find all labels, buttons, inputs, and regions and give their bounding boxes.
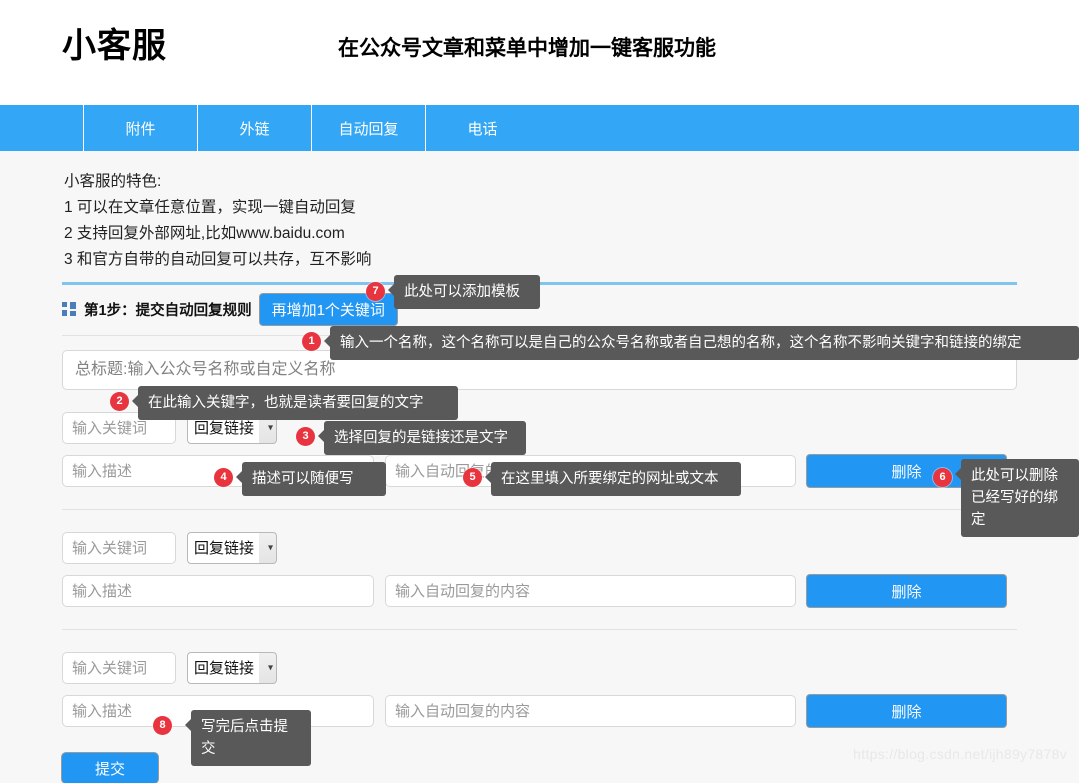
nav-item-phone[interactable]: 电话: [425, 105, 539, 151]
rule-line-top: 回复链接 ▾: [62, 652, 1017, 684]
tour-tip-7: 此处可以添加模板: [394, 275, 540, 309]
brand-title: 小客服: [62, 18, 167, 67]
step-label: 第1步：提交自动回复规则: [84, 299, 252, 320]
reply-type-select-wrap: 回复链接 ▾: [187, 532, 277, 564]
tour-badge-4[interactable]: 4: [214, 468, 233, 487]
tour-tip-3: 选择回复的是链接还是文字: [324, 421, 526, 455]
nav-item-attachment[interactable]: 附件: [83, 105, 197, 151]
tour-badge-7[interactable]: 7: [366, 282, 385, 301]
features-title: 小客服的特色:: [64, 169, 1079, 195]
rule-line-bottom: 删除: [62, 575, 1017, 607]
rule-row: 回复链接 ▾ 删除: [62, 509, 1017, 607]
rule-line-top: 回复链接 ▾: [62, 532, 1017, 564]
keyword-input[interactable]: [62, 532, 176, 564]
keyword-input[interactable]: [62, 652, 176, 684]
reply-type-select[interactable]: 回复链接: [187, 652, 277, 684]
tour-badge-2[interactable]: 2: [110, 392, 129, 411]
main-navigation: 附件 外链 自动回复 电话: [0, 105, 1079, 151]
reply-type-select-wrap: 回复链接 ▾: [187, 652, 277, 684]
tour-tip-8: 写完后点击提交: [191, 710, 311, 766]
tour-tip-5: 在这里填入所要绑定的网址或文本: [491, 462, 741, 496]
reply-content-input[interactable]: [385, 575, 796, 607]
tour-badge-5[interactable]: 5: [463, 468, 482, 487]
tour-tip-6: 此处可以删除已经写好的绑定: [961, 459, 1079, 537]
submit-button[interactable]: 提交: [62, 753, 158, 783]
feature-line-1: 1 可以在文章任意位置，实现一键自动回复: [64, 195, 1079, 221]
tour-tip-1: 输入一个名称，这个名称可以是自己的公众号名称或者自己想的名称，这个名称不影响关键…: [330, 326, 1079, 360]
feature-line-3: 3 和官方自带的自动回复可以共存，互不影响: [64, 247, 1079, 273]
tour-badge-3[interactable]: 3: [296, 427, 315, 446]
page-header: 小客服 在公众号文章和菜单中增加一键客服功能: [0, 0, 1079, 105]
nav-item-external-link[interactable]: 外链: [197, 105, 311, 151]
delete-rule-button[interactable]: 删除: [807, 695, 1006, 727]
tour-badge-1[interactable]: 1: [302, 332, 321, 351]
description-input[interactable]: [62, 575, 374, 607]
features-block: 小客服的特色: 1 可以在文章任意位置，实现一键自动回复 2 支持回复外部网址,…: [0, 151, 1079, 273]
tour-tip-4: 描述可以随便写: [242, 462, 386, 496]
feature-line-2: 2 支持回复外部网址,比如www.baidu.com: [64, 221, 1079, 247]
delete-rule-button[interactable]: 删除: [807, 575, 1006, 607]
nav-left-spacer: [0, 105, 83, 151]
reply-type-select[interactable]: 回复链接: [187, 532, 277, 564]
nav-right-fill: [539, 105, 1079, 151]
tour-tip-2: 在此输入关键字，也就是读者要回复的文字: [138, 386, 458, 420]
nav-item-auto-reply[interactable]: 自动回复: [311, 105, 425, 151]
grid-icon: [62, 302, 76, 316]
page-headline: 在公众号文章和菜单中增加一键客服功能: [338, 32, 716, 62]
tour-badge-8[interactable]: 8: [153, 716, 172, 735]
watermark: https://blog.csdn.net/ijh89y7878v: [853, 746, 1067, 762]
reply-content-input[interactable]: [385, 695, 796, 727]
tour-badge-6[interactable]: 6: [933, 468, 952, 487]
